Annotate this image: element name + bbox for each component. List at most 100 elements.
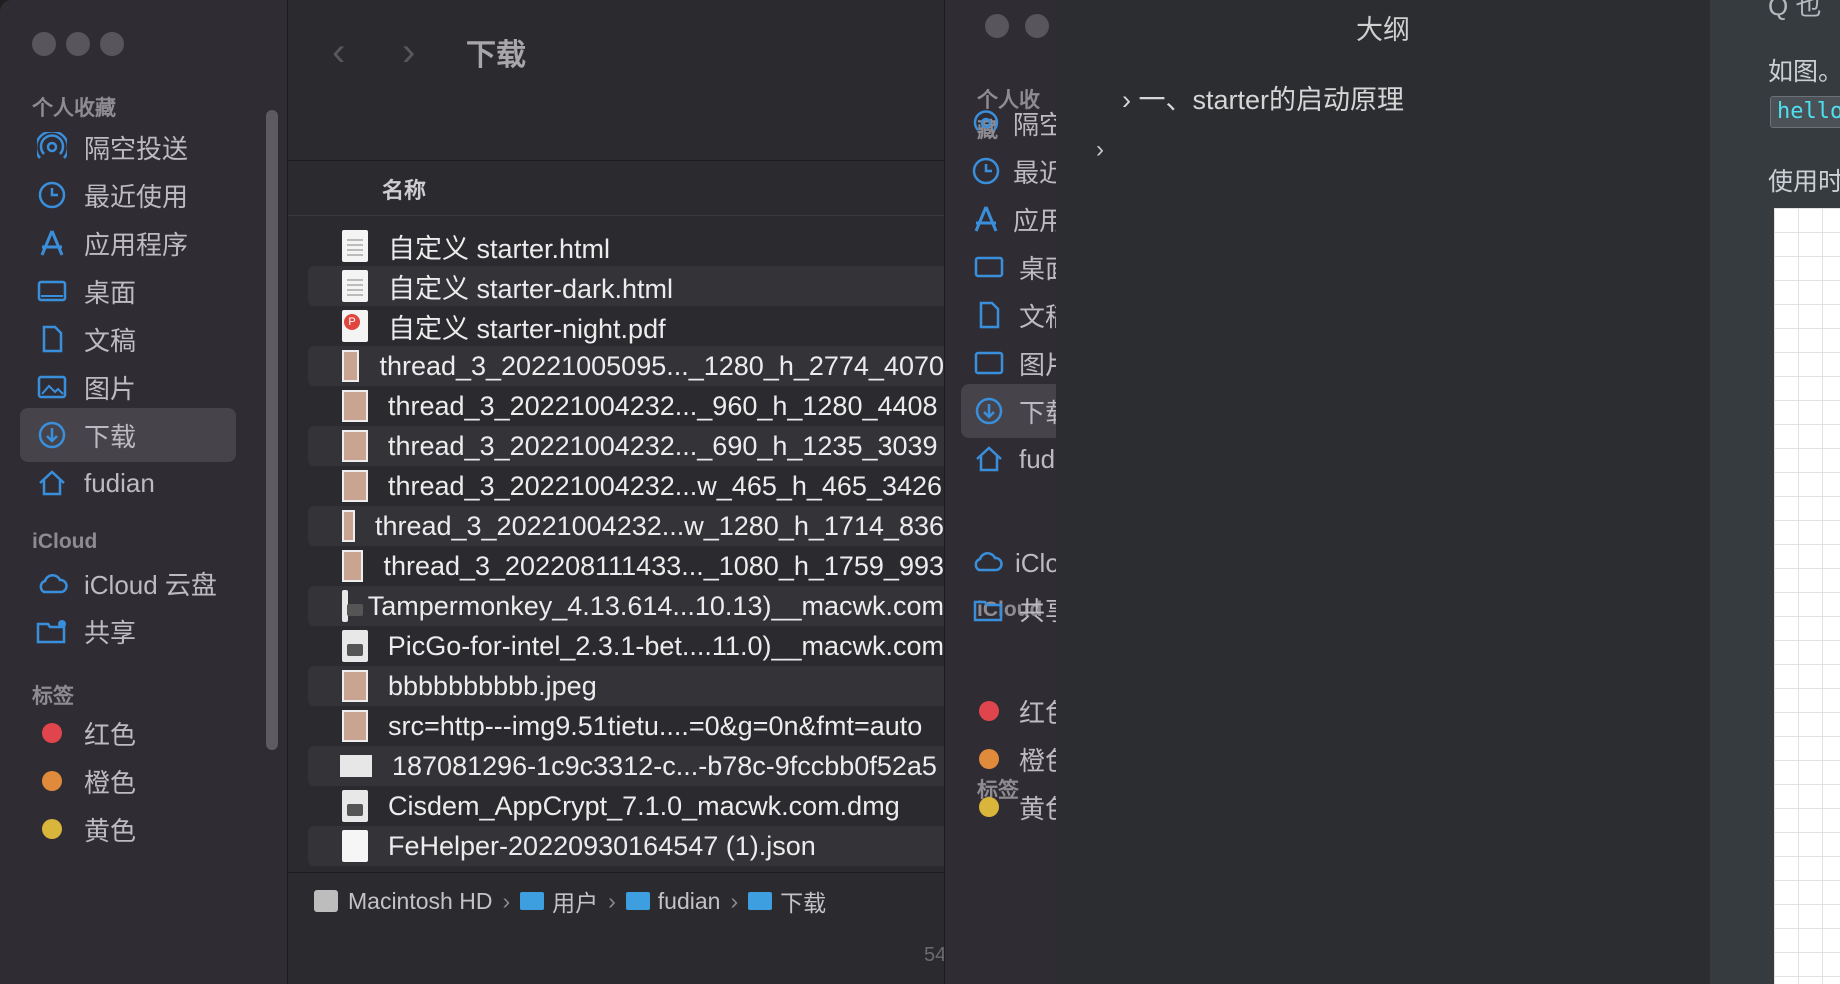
sidebar-item-label: 橙色 [84,767,137,798]
outline-item[interactable]: › [1096,136,1104,164]
path-item-users[interactable]: 用户 [520,884,598,918]
file-icon [340,755,372,777]
forward-button[interactable]: › [402,30,415,75]
file-row[interactable]: thread_3_20221005095..._1280_h_2774_4070 [308,346,944,386]
path-label: fudian [657,887,721,914]
inline-code[interactable]: hello [1770,96,1840,128]
file-name: thread_3_20221004232...w_1280_h_1714_836 [374,510,944,541]
back-button[interactable]: ‹ [332,30,345,75]
image-file-icon [342,510,355,542]
sidebar-item-desktop[interactable]: 桌面 [20,264,236,318]
tag-dot-icon [971,741,1007,777]
minimize-button[interactable] [66,32,90,56]
sidebar-tag-red[interactable]: 红色 [20,706,236,760]
file-row[interactable]: thread_3_20221004232..._690_h_1235_3039 [308,426,944,466]
file-row[interactable]: 自定义 starter.html [308,226,944,266]
clock-icon [971,153,1001,189]
sidebar-tag[interactable]: 黄色 [961,780,1057,834]
sidebar-tag-yellow[interactable]: 黄色 [20,802,236,856]
hard-drive-icon [314,890,338,912]
sidebar-item-recents[interactable]: 最近使用 [20,168,236,222]
sidebar-item-label: 文稿 [84,325,137,356]
finder-window: 个人收藏 隔空投送 最近使用 应用程序 桌面 文稿 图片 下载 fudian i… [0,0,944,984]
sidebar-tag[interactable]: 红色 [961,684,1057,738]
sidebar-item[interactable]: 最近使用 [961,144,1057,198]
file-row[interactable]: 187081296-1c9c3312-c...-b78c-9fccbb0f52a… [308,746,944,786]
tag-dot-icon [971,789,1007,825]
sidebar-tag-orange[interactable]: 橙色 [20,754,236,808]
sidebar-item-label: fudian [1019,443,1057,474]
file-row[interactable]: bbbbbbbbbb.jpeg [308,666,944,706]
path-item-macintosh-hd[interactable]: Macintosh HD [314,888,492,915]
path-item-fudian[interactable]: fudian [625,887,721,915]
editor-paragraph[interactable]: 使用时 [1768,162,1840,198]
outline-panel: 大纲 › 一、starter的启动原理 › [1056,0,1710,984]
sidebar-item-applications[interactable]: 应用程序 [20,216,236,270]
file-name: Tampermonkey_4.13.614...10.13)__macwk.co… [367,590,944,621]
folder-icon [748,892,773,910]
sidebar-item[interactable]: 下载 [961,384,1057,438]
cloud-icon [34,565,70,601]
sidebar-item-label: fudian [84,467,155,498]
image-file-icon [342,430,368,462]
sidebar-item-icloud-drive[interactable]: iCloud 云盘 [20,556,236,610]
sidebar-item-label: iCloud 云盘 [84,569,217,600]
sidebar-item[interactable]: 桌面 [961,240,1057,294]
close-button[interactable] [985,14,1009,38]
file-row[interactable]: src=http---img9.51tietu....=0&g=0n&fmt=a… [308,706,944,746]
sidebar-item-icloud-drive[interactable]: iCloud 云盘 [961,534,1057,588]
download-icon [34,417,70,453]
file-row[interactable]: Cisdem_AppCrypt_7.1.0_macwk.com.dmg [308,786,944,826]
sidebar-item-airdrop[interactable]: 隔空投送 [20,120,236,174]
editor-paragraph[interactable]: 如图。 [1768,52,1840,88]
minimize-button[interactable] [1025,14,1049,38]
file-name: thread_3_202208111433..._1080_h_1759_993 [383,550,944,581]
path-item-downloads[interactable]: 下载 [748,884,826,918]
sidebar-item[interactable]: 应用程序 [961,192,1057,246]
file-name: 自定义 starter-dark.html [388,273,674,304]
file-row[interactable]: thread_3_20221004232...w_465_h_465_3426 [308,466,944,506]
file-row[interactable]: thread_3_202208111433..._1080_h_1759_993 [308,546,944,586]
zoom-button[interactable] [100,32,124,56]
path-bar: Macintosh HD › 用户 › fudian › 下载 [288,872,944,929]
close-button[interactable] [32,32,56,56]
sidebar-item[interactable]: 文稿 [961,288,1057,342]
red-tag-dot [42,723,62,743]
photo-icon [971,345,1007,381]
sidebar-item-shared[interactable]: 共享 [20,604,236,658]
sidebar-item-home[interactable]: fudian [20,456,236,510]
sidebar-item-shared[interactable]: 共享 [961,582,1057,636]
sidebar-item[interactable]: fudian [961,432,1057,486]
file-name: thread_3_20221004232..._690_h_1235_3039 [388,430,938,461]
chevron-right-icon: › [730,887,739,914]
sidebar-item-pictures[interactable]: 图片 [20,360,236,414]
sidebar-item-label: 图片 [84,373,137,404]
sidebar-item[interactable]: 隔空投送 [961,96,1057,150]
applications-icon [34,225,70,261]
file-icon [342,230,368,262]
sidebar-scrollbar[interactable] [266,110,278,750]
document-icon [34,321,70,357]
outline-item[interactable]: › 一、starter的启动原理 [1122,78,1404,117]
folder-icon [520,892,545,910]
editor-panel: Q 也 如图。 hello 使用时 [1710,0,1840,984]
airdrop-icon [34,129,70,165]
file-row[interactable]: FeHelper-20220930164547 (1).json [308,826,944,866]
file-row[interactable]: thread_3_20221004232...w_1280_h_1714_836 [308,506,944,546]
image-file-icon [342,390,368,422]
file-row[interactable]: 自定义 starter-dark.html [308,266,944,306]
column-header-name[interactable]: 名称 [288,161,944,216]
sidebar-item-documents[interactable]: 文稿 [20,312,236,366]
chevron-right-icon: › [1122,85,1139,115]
file-row[interactable]: Tampermonkey_4.13.614...10.13)__macwk.co… [308,586,944,626]
folder-icon [625,892,650,910]
path-label: Macintosh HD [348,887,493,914]
file-row[interactable]: 自定义 starter-night.pdf [308,306,944,346]
sidebar-item[interactable]: 图片 [961,336,1057,390]
clock-icon [34,177,70,213]
file-name: src=http---img9.51tietu....=0&g=0n&fmt=a… [388,710,923,741]
sidebar-tag[interactable]: 橙色 [961,732,1057,786]
sidebar-item-downloads[interactable]: 下载 [20,408,236,462]
file-row[interactable]: PicGo-for-intel_2.3.1-bet....11.0)__macw… [308,626,944,666]
file-row[interactable]: thread_3_20221004232..._960_h_1280_4408 [308,386,944,426]
